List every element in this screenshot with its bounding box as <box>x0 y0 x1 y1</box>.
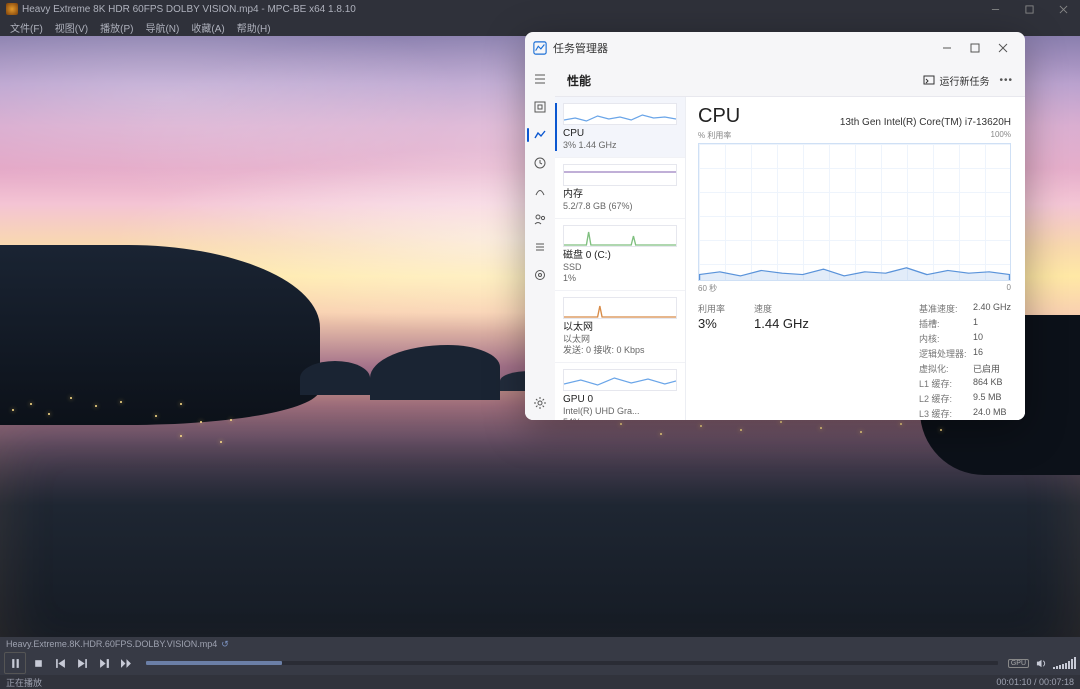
close-button[interactable] <box>1046 0 1080 18</box>
cpu-model-text: 13th Gen Intel(R) Core(TM) i7-13620H <box>840 117 1011 128</box>
video-titlebar[interactable]: Heavy Extreme 8K HDR 60FPS DOLBY VISION.… <box>0 0 1080 18</box>
nav-services-icon[interactable] <box>531 266 549 284</box>
x-left: 60 秒 <box>698 283 717 294</box>
tm-item-cpu[interactable]: CPU3% 1.44 GHz <box>555 97 685 158</box>
nav-settings-icon[interactable] <box>531 394 549 412</box>
nav-users-icon[interactable] <box>531 210 549 228</box>
stat-speed-val: 1.44 GHz <box>754 316 834 331</box>
tm-close-button[interactable] <box>989 34 1017 62</box>
prev-button[interactable] <box>50 653 70 673</box>
cpu-chart <box>698 143 1011 281</box>
step-fwd2-button[interactable] <box>116 653 136 673</box>
run-task-icon <box>923 74 935 86</box>
volume-icon[interactable] <box>1031 653 1051 673</box>
status-filename: Heavy.Extreme.8K.HDR.60FPS.DOLBY.VISION.… <box>6 639 217 649</box>
more-options-icon[interactable]: ••• <box>999 75 1013 86</box>
nav-details-icon[interactable] <box>531 238 549 256</box>
step-fwd-button[interactable] <box>94 653 114 673</box>
task-manager-icon <box>533 41 547 55</box>
tm-item--[interactable]: 以太网以太网发送: 0 接收: 0 Kbps <box>555 291 685 363</box>
play-state-text: 正在播放 <box>6 676 42 689</box>
tm-detail-panel: CPU 13th Gen Intel(R) Core(TM) i7-13620H… <box>686 97 1025 420</box>
volume-bars[interactable] <box>1053 657 1076 669</box>
minimize-button[interactable] <box>978 0 1012 18</box>
stat-util-label: 利用率 <box>698 302 744 315</box>
hamburger-icon[interactable] <box>531 70 549 88</box>
tm-tab-label: 性能 <box>567 72 591 89</box>
maximize-button[interactable] <box>1012 0 1046 18</box>
app-icon <box>6 3 18 15</box>
time-text: 00:01:10 / 00:07:18 <box>996 677 1074 687</box>
tm-item--0-c-[interactable]: 磁盘 0 (C:)SSD1% <box>555 219 685 291</box>
pause-button[interactable] <box>4 652 26 674</box>
playback-controls: GPU <box>0 651 1080 675</box>
nav-startup-icon[interactable] <box>531 182 549 200</box>
tm-title-text: 任务管理器 <box>553 40 608 56</box>
file-status-bar: Heavy.Extreme.8K.HDR.60FPS.DOLBY.VISION.… <box>0 637 1080 651</box>
tm-header: 性能 运行新任务 ••• <box>555 64 1025 96</box>
stat-speed-label: 速度 <box>754 302 834 315</box>
nav-history-icon[interactable] <box>531 154 549 172</box>
task-manager-window[interactable]: 任务管理器 性能 运行新任务 ••• <box>525 32 1025 420</box>
tm-resource-list: CPU3% 1.44 GHz内存5.2/7.8 GB (67%)磁盘 0 (C:… <box>555 97 686 420</box>
menu-help[interactable]: 帮助(H) <box>233 20 275 35</box>
run-new-task-label: 运行新任务 <box>939 73 989 88</box>
nav-processes-icon[interactable] <box>531 98 549 116</box>
stop-button[interactable] <box>28 653 48 673</box>
footer-status-bar: 正在播放 00:01:10 / 00:07:18 <box>0 675 1080 689</box>
detail-title: CPU <box>698 105 740 128</box>
x-right: 0 <box>1007 283 1011 294</box>
y-label: % 利用率 <box>698 130 731 141</box>
tm-minimize-button[interactable] <box>933 34 961 62</box>
video-title-text: Heavy Extreme 8K HDR 60FPS DOLBY VISION.… <box>22 4 356 15</box>
next-button[interactable] <box>72 653 92 673</box>
run-new-task-button[interactable]: 运行新任务 <box>923 73 989 88</box>
gpu-badge: GPU <box>1008 659 1029 668</box>
y-max: 100% <box>991 130 1011 141</box>
tm-item--[interactable]: 内存5.2/7.8 GB (67%) <box>555 158 685 219</box>
nav-performance-icon[interactable] <box>531 126 549 144</box>
cpu-key-values: 基准速度:2.40 GHz插槽:1内核:10逻辑处理器:16虚拟化:已启用L1 … <box>919 302 1011 420</box>
seek-bar[interactable] <box>146 661 998 665</box>
menu-file[interactable]: 文件(F) <box>6 20 47 35</box>
tm-maximize-button[interactable] <box>961 34 989 62</box>
menu-view[interactable]: 视图(V) <box>51 20 92 35</box>
tm-titlebar[interactable]: 任务管理器 <box>525 32 1025 64</box>
menu-fav[interactable]: 收藏(A) <box>187 20 228 35</box>
tm-sidebar <box>525 64 555 420</box>
menu-play[interactable]: 播放(P) <box>96 20 137 35</box>
loop-icon[interactable]: ↺ <box>221 639 229 650</box>
stat-util-val: 3% <box>698 316 744 331</box>
tm-item-gpu-0[interactable]: GPU 0Intel(R) UHD Gra...54% <box>555 363 685 420</box>
menu-nav[interactable]: 导航(N) <box>141 20 183 35</box>
